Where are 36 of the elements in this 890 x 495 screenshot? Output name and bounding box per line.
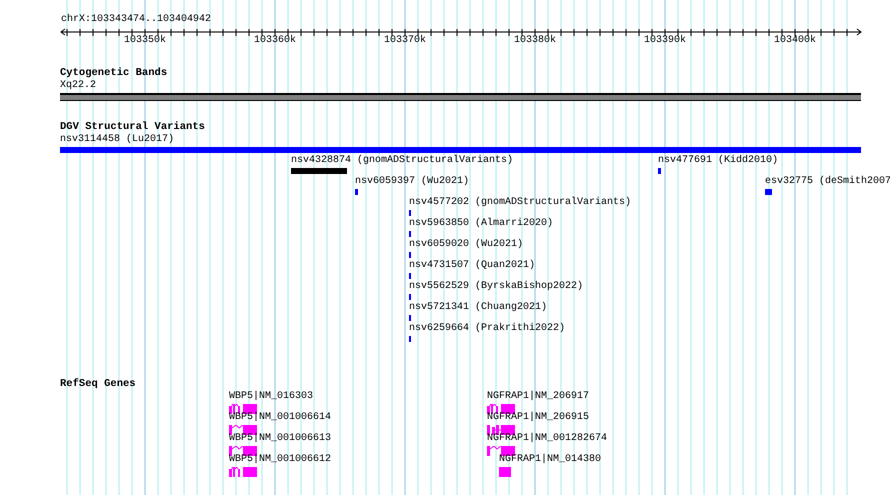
variant-bar[interactable] [291, 168, 347, 174]
variant-label: nsv4731507 (Quan2021) [409, 260, 536, 272]
variant-label: nsv3114458 (Lu2017) [60, 134, 174, 146]
gene-label: NGFRAP1|NM_206915 [487, 412, 590, 424]
gene-label: WBP5|NM_001006612 [229, 454, 332, 466]
variant-label: nsv4577202 (gnomADStructuralVariants) [409, 197, 632, 209]
gene-label: WBP5|NM_001006614 [229, 412, 332, 424]
location-label: chrX:103343474..103404942 [61, 14, 212, 26]
tick-label: 103400k [774, 35, 816, 47]
variant-bar[interactable] [658, 168, 661, 174]
variant-bar[interactable] [355, 189, 358, 195]
band-label: Xq22.2 [60, 80, 96, 92]
tick-label: 103390k [644, 35, 686, 47]
track-title: RefSeq Genes [60, 378, 136, 390]
gene-label: NGFRAP1|NM_001282674 [487, 433, 608, 445]
tick-label: 103380k [514, 35, 556, 47]
tick-label: 103350k [124, 35, 166, 47]
variant-bar[interactable] [765, 189, 772, 195]
variant-label: nsv6059020 (Wu2021) [409, 239, 524, 251]
gene-label: WBP5|NM_001006613 [229, 433, 332, 445]
track-title: Cytogenetic Bands [60, 67, 168, 79]
variant-label: nsv477691 (Kidd2010) [658, 155, 778, 167]
variant-label: nsv4328874 (gnomADStructuralVariants) [291, 155, 514, 167]
gene-label: NGFRAP1|NM_206917 [487, 391, 590, 403]
variant-label: nsv5562529 (ByrskaBishop2022) [409, 281, 584, 293]
variant-bar[interactable] [60, 147, 861, 153]
tick-label: 103370k [384, 35, 426, 47]
variant-label: nsv5721341 (Chuang2021) [409, 302, 548, 314]
gene-label: NGFRAP1|NM_014380 [499, 454, 602, 466]
variant-label: esv32775 (deSmith2007 [765, 176, 890, 188]
variant-label: nsv6259664 (Prakrithi2022) [409, 323, 566, 335]
track-title: DGV Structural Variants [60, 121, 205, 133]
gene-label: WBP5|NM_016303 [229, 391, 314, 403]
tick-label: 103360k [254, 35, 296, 47]
variant-label: nsv5963850 (Almarri2020) [409, 218, 554, 230]
variant-label: nsv6059397 (Wu2021) [355, 176, 470, 188]
